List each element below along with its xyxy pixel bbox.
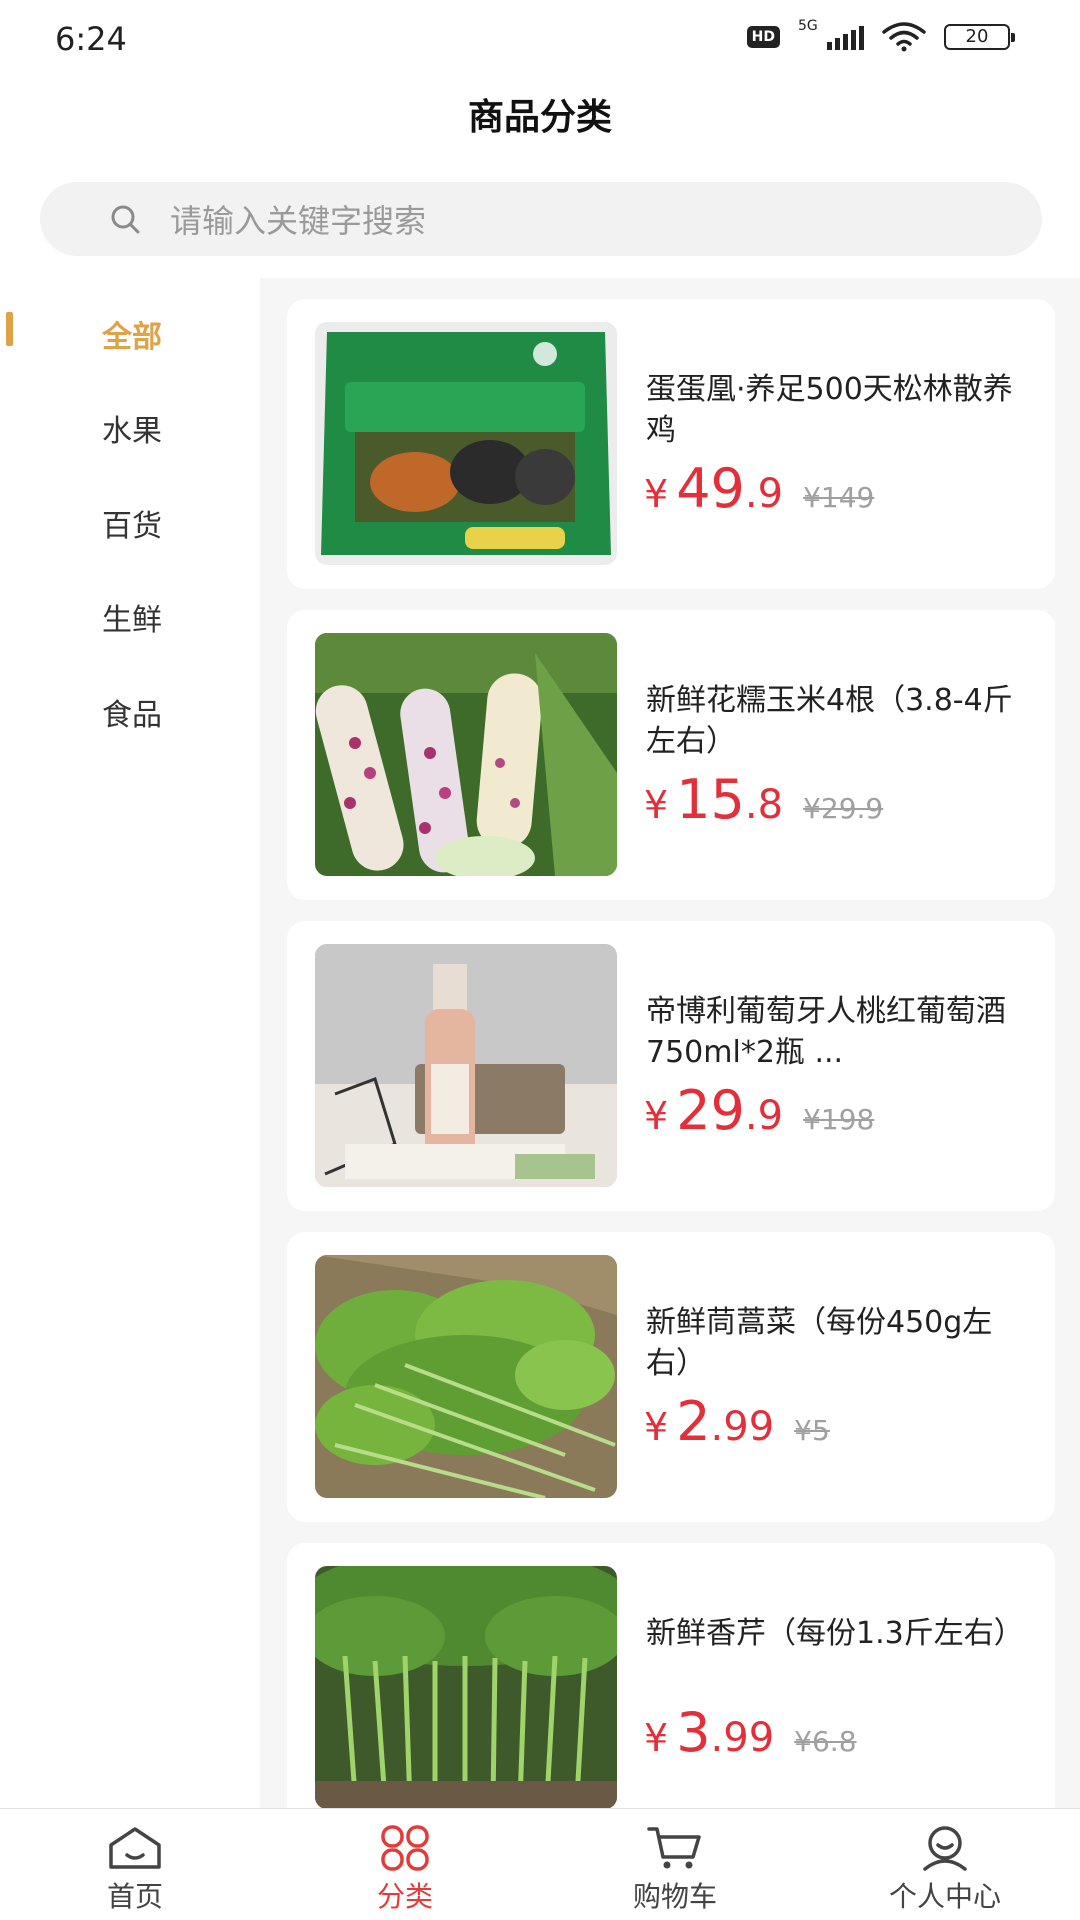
category-label: 百货 xyxy=(102,509,162,544)
category-label: 生鲜 xyxy=(102,603,162,638)
price-row: ¥ 3 .99 ¥6.8 xyxy=(644,1701,857,1764)
category-label: 全部 xyxy=(102,320,162,355)
original-price: ¥6.8 xyxy=(794,1725,857,1758)
price-symbol: ¥ xyxy=(644,472,669,516)
status-bar: 6:24 HD 5G 20 xyxy=(0,0,1080,80)
price-decimal: .9 xyxy=(744,1093,784,1139)
price-symbol: ¥ xyxy=(644,783,669,827)
nav-label: 首页 xyxy=(106,1880,163,1913)
category-item-all[interactable]: 全部 xyxy=(0,302,260,362)
product-name[interactable]: 新鲜茼蒿菜（每份450g左右） xyxy=(646,1302,1026,1384)
price-integer: 15 xyxy=(676,768,745,831)
nav-profile[interactable]: 个人中心 xyxy=(810,1809,1080,1920)
product-card[interactable]: 帝博利葡萄牙人桃红葡萄酒750ml*2瓶 ... ¥ 29 .9 ¥198 xyxy=(287,921,1055,1211)
nav-home[interactable]: 首页 xyxy=(0,1809,270,1920)
profile-icon xyxy=(923,1826,967,1871)
product-name[interactable]: 新鲜花糯玉米4根（3.8-4斤左右） xyxy=(646,680,1026,762)
search-icon xyxy=(111,205,140,234)
bottom-nav: 首页 分类 购物车 个人中心 xyxy=(0,1808,1080,1920)
product-image[interactable] xyxy=(315,1566,617,1808)
price-symbol: ¥ xyxy=(644,1716,669,1760)
price-decimal: .99 xyxy=(710,1404,775,1450)
original-price: ¥198 xyxy=(803,1103,875,1136)
nav-label: 分类 xyxy=(376,1880,433,1913)
category-item-fruit[interactable]: 水果 xyxy=(0,396,260,456)
price-row: ¥ 15 .8 ¥29.9 xyxy=(644,768,883,831)
home-icon xyxy=(109,1827,161,1869)
product-card[interactable]: 新鲜茼蒿菜（每份450g左右） ¥ 2 .99 ¥5 xyxy=(287,1232,1055,1522)
category-label: 食品 xyxy=(102,698,162,733)
product-name[interactable]: 蛋蛋凰·养足500天松林散养鸡 xyxy=(646,369,1026,451)
wifi-icon xyxy=(882,22,926,52)
nav-cart[interactable]: 购物车 xyxy=(540,1809,810,1920)
product-name[interactable]: 帝博利葡萄牙人桃红葡萄酒750ml*2瓶 ... xyxy=(646,991,1026,1073)
price-integer: 2 xyxy=(676,1390,711,1453)
category-item-food[interactable]: 食品 xyxy=(0,680,260,740)
hd-icon: HD xyxy=(746,26,780,48)
price-row: ¥ 2 .99 ¥5 xyxy=(644,1390,830,1453)
category-label: 水果 xyxy=(102,414,162,449)
product-card[interactable]: 新鲜香芹（每份1.3斤左右） ¥ 3 .99 ¥6.8 xyxy=(287,1543,1055,1808)
price-decimal: .9 xyxy=(744,471,784,517)
signal-icon: 5G xyxy=(798,18,864,52)
category-item-general[interactable]: 百货 xyxy=(0,491,260,551)
search-input[interactable]: 请输入关键字搜索 xyxy=(170,196,426,242)
product-image[interactable] xyxy=(315,1255,617,1498)
price-integer: 49 xyxy=(676,457,745,520)
product-card[interactable]: 蛋蛋凰·养足500天松林散养鸡 ¥ 49 .9 ¥149 xyxy=(287,299,1055,589)
original-price: ¥5 xyxy=(794,1414,830,1447)
category-icon xyxy=(381,1825,429,1871)
nav-category[interactable]: 分类 xyxy=(270,1809,540,1920)
nav-label: 购物车 xyxy=(632,1880,717,1913)
original-price: ¥29.9 xyxy=(803,792,884,825)
active-indicator xyxy=(6,312,13,346)
price-row: ¥ 29 .9 ¥198 xyxy=(644,1079,874,1142)
battery-icon: 20 xyxy=(944,24,1015,50)
product-list[interactable]: 蛋蛋凰·养足500天松林散养鸡 ¥ 49 .9 ¥149 新鲜花糯玉米4根（3.… xyxy=(260,278,1080,1808)
original-price: ¥149 xyxy=(803,481,875,514)
price-symbol: ¥ xyxy=(644,1094,669,1138)
price-integer: 3 xyxy=(676,1701,711,1764)
price-symbol: ¥ xyxy=(644,1405,669,1449)
nav-label: 个人中心 xyxy=(888,1880,1001,1913)
price-decimal: .8 xyxy=(744,782,784,828)
search-bar[interactable]: 请输入关键字搜索 xyxy=(40,182,1042,256)
product-image[interactable] xyxy=(315,633,617,876)
network-type: 5G xyxy=(798,18,818,34)
status-icons: HD 5G 20 xyxy=(746,18,1015,52)
price-row: ¥ 49 .9 ¥149 xyxy=(644,457,874,520)
status-time: 6:24 xyxy=(55,20,127,58)
product-card[interactable]: 新鲜花糯玉米4根（3.8-4斤左右） ¥ 15 .8 ¥29.9 xyxy=(287,610,1055,900)
product-name[interactable]: 新鲜香芹（每份1.3斤左右） xyxy=(646,1613,1026,1654)
price-integer: 29 xyxy=(676,1079,745,1142)
price-decimal: .99 xyxy=(710,1715,775,1761)
category-sidebar: 全部 水果 百货 生鲜 食品 xyxy=(0,278,260,1808)
category-item-fresh[interactable]: 生鲜 xyxy=(0,585,260,645)
cart-icon xyxy=(647,1827,701,1869)
page-title: 商品分类 xyxy=(467,97,612,138)
product-image[interactable] xyxy=(315,944,617,1187)
product-image[interactable] xyxy=(315,322,617,565)
